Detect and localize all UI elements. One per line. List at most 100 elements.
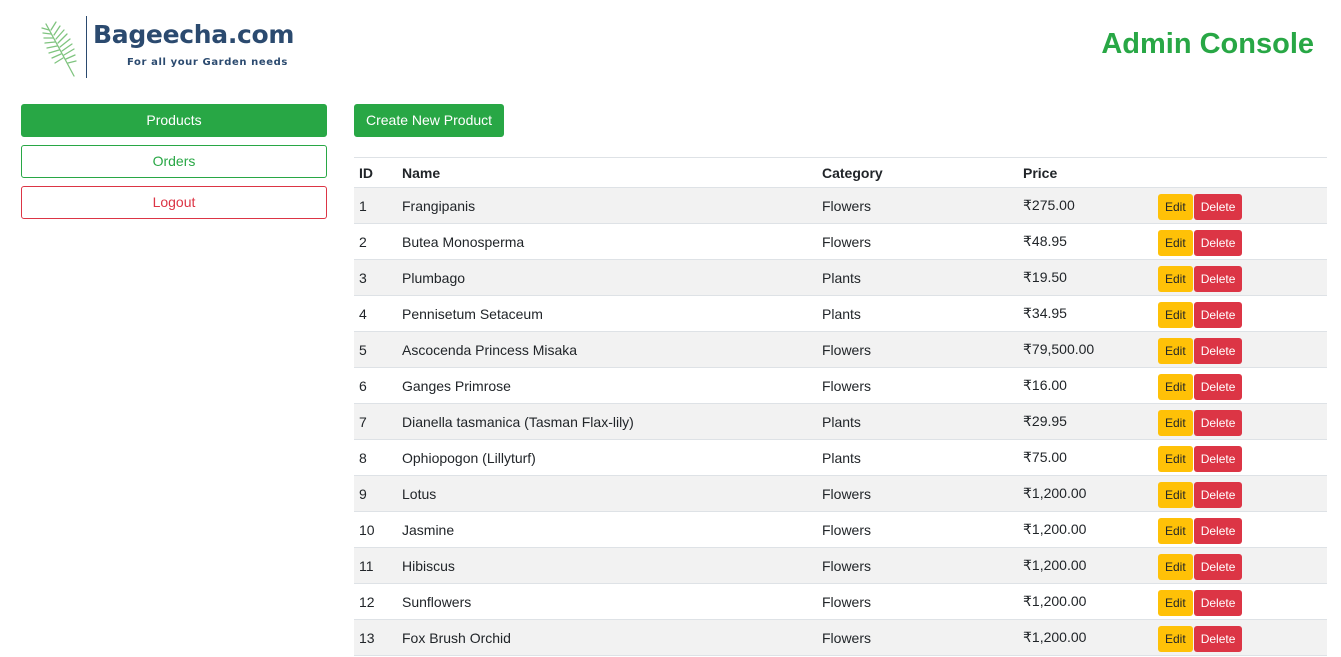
create-product-button[interactable]: Create New Product <box>354 104 505 137</box>
product-id: 2 <box>354 223 397 260</box>
product-name: Pennisetum Setaceum <box>397 295 817 332</box>
sidebar: Products Orders Logout <box>21 104 327 227</box>
product-category: Plants <box>817 439 1018 476</box>
delete-button[interactable]: Delete <box>1193 518 1243 544</box>
product-actions: Edit Delete <box>1153 259 1327 296</box>
product-actions: Edit Delete <box>1153 187 1327 224</box>
product-id: 4 <box>354 295 397 332</box>
product-actions: Edit Delete <box>1153 511 1327 548</box>
table-row: 12 Sunflowers Flowers ₹1,200.00 Edit Delete <box>354 583 1327 620</box>
edit-button[interactable]: Edit <box>1158 302 1193 328</box>
product-id: 6 <box>354 367 397 404</box>
delete-button[interactable]: Delete <box>1193 374 1243 400</box>
product-price: ₹75.00 <box>1018 439 1153 476</box>
edit-button[interactable]: Edit <box>1158 482 1193 508</box>
table-row: 4 Pennisetum Setaceum Plants ₹34.95 Edit Dele… <box>354 295 1327 332</box>
edit-button[interactable]: Edit <box>1158 266 1193 292</box>
product-category: Flowers <box>817 583 1018 620</box>
product-id: 5 <box>354 331 397 368</box>
page-title: Admin Console <box>1101 28 1314 60</box>
logo-name: Bageecha.com <box>93 20 295 49</box>
edit-button[interactable]: Edit <box>1158 446 1193 472</box>
delete-button[interactable]: Delete <box>1193 482 1243 508</box>
edit-button[interactable]: Edit <box>1158 410 1193 436</box>
table-row: 11 Hibiscus Flowers ₹1,200.00 Edit Delete <box>354 547 1327 584</box>
product-actions: Edit Delete <box>1153 331 1327 368</box>
product-name: Ascocenda Princess Misaka <box>397 331 817 368</box>
product-category: Flowers <box>817 547 1018 584</box>
delete-button[interactable]: Delete <box>1193 194 1243 220</box>
product-price: ₹1,200.00 <box>1018 475 1153 512</box>
edit-button[interactable]: Edit <box>1158 338 1193 364</box>
product-name: Plumbago <box>397 259 817 296</box>
product-actions: Edit Delete <box>1153 403 1327 440</box>
edit-button[interactable]: Edit <box>1158 554 1193 580</box>
product-category: Plants <box>817 295 1018 332</box>
edit-button[interactable]: Edit <box>1158 590 1193 616</box>
product-actions: Edit Delete <box>1153 367 1327 404</box>
delete-button[interactable]: Delete <box>1193 338 1243 364</box>
product-category: Flowers <box>817 367 1018 404</box>
site-logo[interactable]: Bageecha.com For all your Garden needs <box>40 14 330 80</box>
table-header-row: ID Name Category Price <box>354 157 1327 188</box>
product-id: 11 <box>354 547 397 584</box>
delete-button[interactable]: Delete <box>1193 266 1243 292</box>
edit-button[interactable]: Edit <box>1158 374 1193 400</box>
product-price: ₹1,200.00 <box>1018 583 1153 620</box>
delete-button[interactable]: Delete <box>1193 446 1243 472</box>
main-content: Create New Product ID Name Category Pric… <box>354 104 1327 656</box>
product-id: 8 <box>354 439 397 476</box>
product-price: ₹29.95 <box>1018 403 1153 440</box>
table-row: 10 Jasmine Flowers ₹1,200.00 Edit Delete <box>354 511 1327 548</box>
admin-page: Bageecha.com For all your Garden needs A… <box>0 0 1341 657</box>
edit-button[interactable]: Edit <box>1158 518 1193 544</box>
product-price: ₹1,200.00 <box>1018 511 1153 548</box>
product-category: Plants <box>817 403 1018 440</box>
edit-button[interactable]: Edit <box>1158 626 1193 652</box>
product-name: Jasmine <box>397 511 817 548</box>
product-category: Plants <box>817 259 1018 296</box>
product-actions: Edit Delete <box>1153 439 1327 476</box>
product-name: Ophiopogon (Lillyturf) <box>397 439 817 476</box>
column-header-price: Price <box>1018 157 1153 188</box>
sidebar-item-logout[interactable]: Logout <box>21 186 327 219</box>
product-category: Flowers <box>817 331 1018 368</box>
column-header-actions <box>1153 157 1327 188</box>
delete-button[interactable]: Delete <box>1193 302 1243 328</box>
product-price: ₹16.00 <box>1018 367 1153 404</box>
column-header-name: Name <box>397 157 817 188</box>
product-price: ₹275.00 <box>1018 187 1153 224</box>
product-category: Flowers <box>817 475 1018 512</box>
delete-button[interactable]: Delete <box>1193 590 1243 616</box>
delete-button[interactable]: Delete <box>1193 554 1243 580</box>
product-id: 3 <box>354 259 397 296</box>
table-row: 6 Ganges Primrose Flowers ₹16.00 Edit Delete <box>354 367 1327 404</box>
product-price: ₹1,200.00 <box>1018 619 1153 656</box>
product-price: ₹19.50 <box>1018 259 1153 296</box>
delete-button[interactable]: Delete <box>1193 230 1243 256</box>
product-id: 10 <box>354 511 397 548</box>
product-actions: Edit Delete <box>1153 223 1327 260</box>
table-row: 9 Lotus Flowers ₹1,200.00 Edit Delete <box>354 475 1327 512</box>
product-actions: Edit Delete <box>1153 619 1327 656</box>
product-actions: Edit Delete <box>1153 547 1327 584</box>
delete-button[interactable]: Delete <box>1193 626 1243 652</box>
product-price: ₹34.95 <box>1018 295 1153 332</box>
table-row: 1 Frangipanis Flowers ₹275.00 Edit Delete <box>354 187 1327 224</box>
product-actions: Edit Delete <box>1153 295 1327 332</box>
product-actions: Edit Delete <box>1153 475 1327 512</box>
sidebar-item-products[interactable]: Products <box>21 104 327 137</box>
product-actions: Edit Delete <box>1153 583 1327 620</box>
product-name: Lotus <box>397 475 817 512</box>
products-table: ID Name Category Price 1 Frangipanis Flowe… <box>354 157 1327 656</box>
table-row: 5 Ascocenda Princess Misaka Flowers ₹79,500… <box>354 331 1327 368</box>
sidebar-item-orders[interactable]: Orders <box>21 145 327 178</box>
column-header-id: ID <box>354 157 397 188</box>
edit-button[interactable]: Edit <box>1158 194 1193 220</box>
table-row: 7 Dianella tasmanica (Tasman Flax-lily) Pl… <box>354 403 1327 440</box>
column-header-category: Category <box>817 157 1018 188</box>
product-category: Flowers <box>817 187 1018 224</box>
edit-button[interactable]: Edit <box>1158 230 1193 256</box>
delete-button[interactable]: Delete <box>1193 410 1243 436</box>
product-price: ₹48.95 <box>1018 223 1153 260</box>
